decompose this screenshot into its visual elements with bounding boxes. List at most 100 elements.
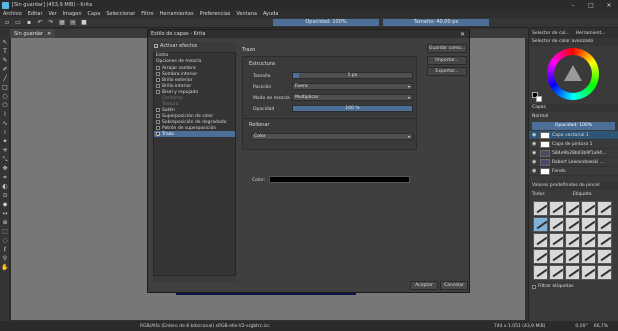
brush-preset[interactable] bbox=[581, 201, 596, 216]
stroke-opacity-slider[interactable]: 100 % bbox=[292, 105, 413, 112]
save-icon[interactable]: ▪ bbox=[25, 19, 33, 27]
measure-tool-icon[interactable]: ↔ bbox=[0, 209, 10, 218]
brush-preset[interactable] bbox=[533, 249, 548, 264]
brush-tool-icon[interactable]: ✐ bbox=[0, 65, 10, 74]
brush-preset[interactable] bbox=[597, 265, 612, 280]
new-document-icon[interactable]: ▫ bbox=[3, 19, 11, 27]
open-icon[interactable]: ▭ bbox=[14, 19, 22, 27]
brush-tag-label[interactable]: Etiqueta bbox=[573, 192, 592, 197]
brush-preset[interactable] bbox=[549, 265, 564, 280]
menu-ventana[interactable]: Ventana bbox=[236, 11, 257, 17]
stroke-color-button[interactable] bbox=[269, 176, 410, 183]
filter-tags-checkbox[interactable]: Filtrar etiquetas bbox=[529, 282, 618, 291]
zoom-tool-icon[interactable]: ⚲ bbox=[0, 254, 10, 263]
bezier-tool-icon[interactable]: ∿ bbox=[0, 119, 10, 128]
brush-preset[interactable] bbox=[565, 217, 580, 232]
layer-row[interactable]: ◉ Capa vectorial 1 bbox=[529, 131, 618, 140]
edit-shapes-icon[interactable]: ✎ bbox=[0, 56, 10, 65]
gradient-tool-icon[interactable]: ◐ bbox=[0, 182, 10, 191]
close-window-button[interactable]: ✕ bbox=[600, 2, 618, 9]
move-tool-icon[interactable]: ✥ bbox=[0, 164, 10, 173]
background-color-swatch[interactable] bbox=[536, 96, 542, 102]
effect-checkbox[interactable] bbox=[156, 108, 160, 112]
maximize-button[interactable]: □ bbox=[582, 2, 600, 9]
color-swatch-icon[interactable]: ■ bbox=[80, 19, 88, 27]
visibility-eye-icon[interactable]: ◉ bbox=[532, 141, 538, 147]
brush-preset[interactable] bbox=[549, 249, 564, 264]
menu-imagen[interactable]: Imagen bbox=[63, 11, 82, 17]
dynamic-brush-icon[interactable]: ✦ bbox=[0, 137, 10, 146]
menu-herramientas[interactable]: Herramientas bbox=[160, 11, 194, 17]
menu-ayuda[interactable]: Ayuda bbox=[263, 11, 278, 17]
visibility-eye-icon[interactable]: ◉ bbox=[532, 150, 538, 156]
redo-icon[interactable]: ↷ bbox=[47, 19, 55, 27]
layer-blend-mode[interactable]: Normal bbox=[529, 112, 618, 121]
brush-preset[interactable] bbox=[533, 201, 548, 216]
effect-checkbox[interactable] bbox=[156, 126, 160, 130]
status-zoom[interactable]: 66,7% bbox=[594, 324, 608, 329]
brush-preset[interactable] bbox=[549, 201, 564, 216]
brush-preset[interactable] bbox=[533, 265, 548, 280]
opacity-slider[interactable]: Opacidad: 100% bbox=[273, 19, 379, 26]
line-tool-icon[interactable]: ╱ bbox=[0, 74, 10, 83]
brush-preset[interactable] bbox=[581, 265, 596, 280]
ellipse-select-icon[interactable]: ◌ bbox=[0, 236, 10, 245]
effect-checkbox[interactable] bbox=[156, 78, 160, 82]
brush-tag-select[interactable]: Todos bbox=[532, 192, 545, 197]
menu-ver[interactable]: Ver bbox=[49, 11, 57, 17]
rect-select-icon[interactable]: ⬚ bbox=[0, 227, 10, 236]
effect-checkbox[interactable] bbox=[156, 72, 160, 76]
brush-preset[interactable] bbox=[581, 217, 596, 232]
brush-preset[interactable] bbox=[565, 265, 580, 280]
brush-preset[interactable] bbox=[549, 217, 564, 232]
color-picker-icon[interactable]: ⊙ bbox=[0, 191, 10, 200]
lasso-select-icon[interactable]: ℓ bbox=[0, 245, 10, 254]
menu-editar[interactable]: Editar bbox=[28, 11, 43, 17]
save-as-button[interactable]: Guardar como... bbox=[427, 44, 467, 53]
effect-checkbox[interactable] bbox=[156, 90, 160, 94]
effect-checkbox[interactable] bbox=[156, 120, 160, 124]
layer-row[interactable]: ◉ Capa de pintura 1 bbox=[529, 140, 618, 149]
brush-preset[interactable] bbox=[565, 233, 580, 248]
blend-mode-select[interactable]: Multiplicar ▾ bbox=[292, 94, 413, 101]
assistant-tool-icon[interactable]: ⊕ bbox=[0, 218, 10, 227]
brush-preset[interactable] bbox=[597, 249, 612, 264]
visibility-eye-icon[interactable]: ◉ bbox=[532, 159, 538, 165]
position-select[interactable]: Fuera ▾ bbox=[292, 83, 413, 90]
menu-filtro[interactable]: Filtro bbox=[141, 11, 153, 17]
brush-size-slider[interactable]: Tamaño: 40,00 px bbox=[383, 19, 489, 26]
effect-item[interactable]: Sobreposición de degradado bbox=[154, 119, 235, 125]
saturation-triangle[interactable] bbox=[564, 65, 582, 81]
layer-row[interactable]: ◉ Fondo bbox=[529, 167, 618, 176]
brush-preset[interactable] bbox=[565, 201, 580, 216]
undo-icon[interactable]: ↶ bbox=[36, 19, 44, 27]
ellipse-tool-icon[interactable]: ○ bbox=[0, 92, 10, 101]
docker-tab-tools[interactable]: Herramient... bbox=[573, 29, 609, 38]
document-tab[interactable]: Sin guardar ✕ bbox=[10, 29, 56, 38]
gradient-icon[interactable]: ▤ bbox=[69, 19, 77, 27]
layer-row[interactable]: ◉ Robert Lewandowski ... bbox=[529, 158, 618, 167]
menu-seleccionar[interactable]: Seleccionar bbox=[106, 11, 135, 17]
size-slider[interactable]: 1 px bbox=[292, 72, 413, 79]
brush-preset[interactable] bbox=[581, 233, 596, 248]
accept-button[interactable]: Aceptar bbox=[410, 281, 438, 290]
effect-checkbox[interactable] bbox=[156, 84, 160, 88]
cancel-button[interactable]: Cancelar bbox=[440, 281, 468, 290]
select-shapes-icon[interactable]: ↖ bbox=[0, 38, 10, 47]
advanced-color-selector[interactable] bbox=[529, 46, 618, 104]
brush-preset[interactable] bbox=[533, 233, 548, 248]
fill-type-select[interactable]: Color ▾ bbox=[251, 133, 413, 140]
text-tool-icon[interactable]: T bbox=[0, 47, 10, 56]
effect-item[interactable]: ✓ Trazo bbox=[154, 131, 235, 137]
hue-ring[interactable] bbox=[547, 48, 599, 100]
layer-opacity-slider[interactable]: Opacidad: 100% bbox=[532, 122, 615, 130]
brush-preset[interactable] bbox=[533, 217, 548, 232]
menu-preferencias[interactable]: Preferencias bbox=[200, 11, 231, 17]
activate-effects-check[interactable]: ✓ bbox=[154, 44, 158, 49]
menu-capa[interactable]: Capa bbox=[88, 11, 101, 17]
brush-preset[interactable] bbox=[581, 249, 596, 264]
brush-preset[interactable] bbox=[597, 217, 612, 232]
export-button[interactable]: Exportar... bbox=[427, 67, 467, 76]
menu-archivo[interactable]: Archivo bbox=[3, 11, 22, 17]
effect-checkbox[interactable] bbox=[156, 66, 160, 70]
